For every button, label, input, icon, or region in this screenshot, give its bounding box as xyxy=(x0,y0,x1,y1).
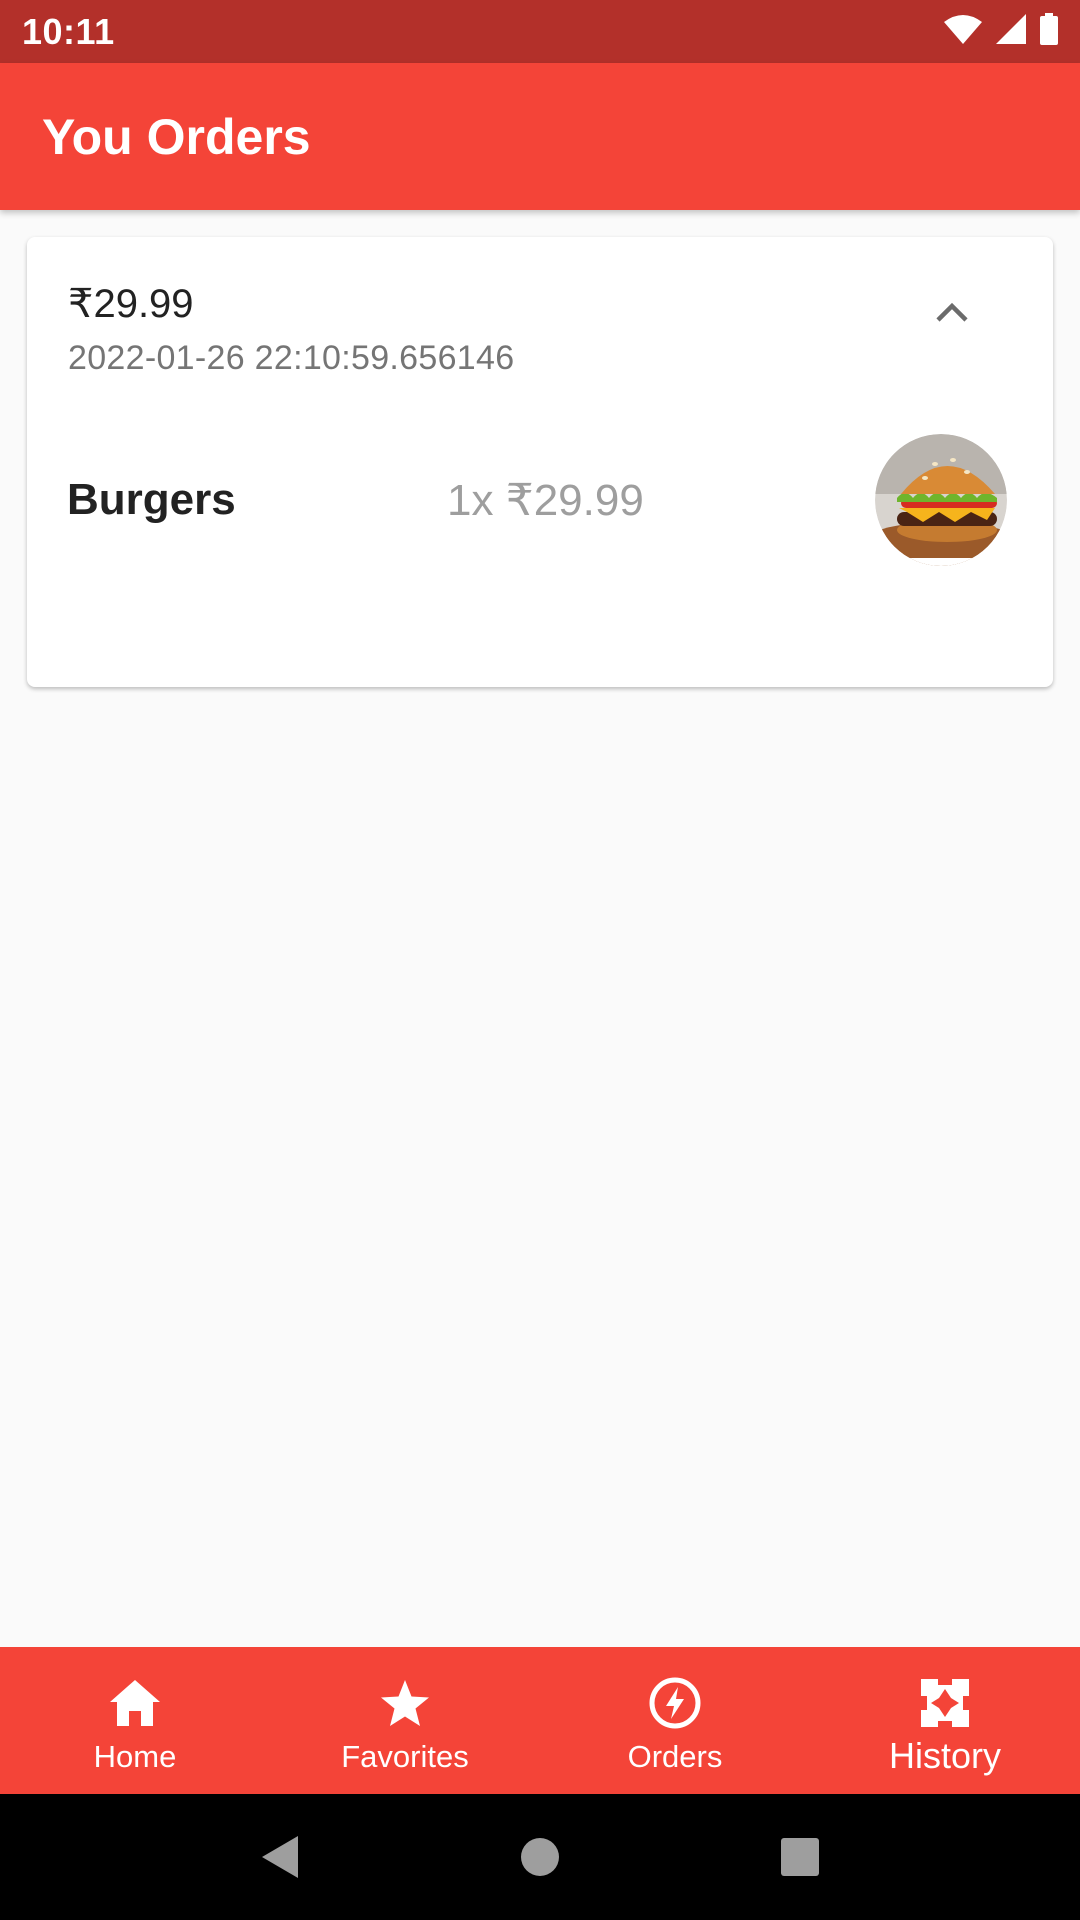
history-icon xyxy=(917,1675,973,1731)
status-time: 10:11 xyxy=(22,10,115,52)
nav-item-home[interactable]: Home xyxy=(0,1647,270,1794)
collapse-button[interactable] xyxy=(927,287,977,337)
nav-label-home: Home xyxy=(93,1739,177,1774)
back-triangle-icon xyxy=(262,1836,298,1878)
burger-image xyxy=(875,434,1007,566)
chevron-up-icon xyxy=(936,302,968,322)
back-button[interactable] xyxy=(250,1827,310,1887)
recents-square-icon xyxy=(781,1838,819,1876)
app-bar: You Orders xyxy=(0,63,1080,210)
order-item-qty-price: 1x ₹29.99 xyxy=(447,476,644,525)
wifi-icon xyxy=(944,14,982,49)
home-system-button[interactable] xyxy=(510,1827,570,1887)
nav-item-orders[interactable]: Orders xyxy=(540,1647,810,1794)
order-card[interactable]: ₹29.99 2022-01-26 22:10:59.656146 Burger… xyxy=(27,237,1053,687)
battery-icon xyxy=(1040,13,1058,50)
order-total: ₹29.99 xyxy=(68,282,194,326)
screen: 10:11 You Orders ₹29.99 2022-01-26 22:10… xyxy=(0,0,1080,1920)
home-circle-icon xyxy=(521,1838,559,1876)
cell-signal-icon xyxy=(996,14,1026,49)
recents-button[interactable] xyxy=(770,1827,830,1887)
order-item-name: Burgers xyxy=(67,475,236,524)
nav-label-orders: Orders xyxy=(627,1739,723,1774)
nav-label-history: History xyxy=(888,1735,1001,1776)
bolt-icon xyxy=(647,1675,703,1731)
bottom-nav: Home Favorites Orders History xyxy=(0,1647,1080,1794)
status-bar: 10:11 xyxy=(0,0,1080,63)
home-icon xyxy=(107,1675,163,1731)
order-date: 2022-01-26 22:10:59.656146 xyxy=(68,339,515,377)
nav-label-favorites: Favorites xyxy=(341,1739,469,1774)
page-title: You Orders xyxy=(42,108,311,165)
nav-item-history[interactable]: History xyxy=(810,1647,1080,1794)
system-nav-bar xyxy=(0,1794,1080,1920)
status-icons xyxy=(944,13,1058,50)
star-icon xyxy=(377,1675,433,1731)
nav-item-favorites[interactable]: Favorites xyxy=(270,1647,540,1794)
